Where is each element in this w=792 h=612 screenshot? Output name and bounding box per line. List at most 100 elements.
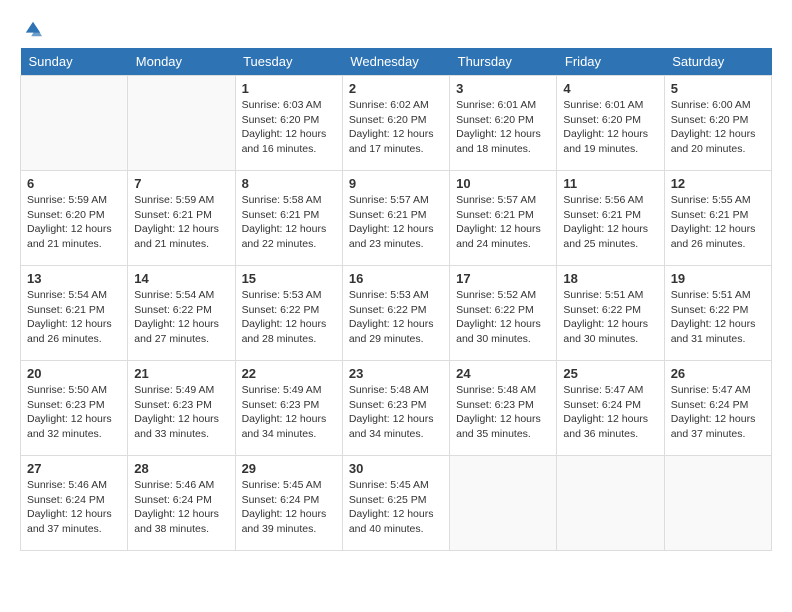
header-friday: Friday bbox=[557, 48, 664, 76]
calendar-cell: 7 Sunrise: 5:59 AM Sunset: 6:21 PM Daylig… bbox=[128, 171, 235, 266]
calendar-cell: 10Sunrise: 5:57 AM Sunset: 6:21 PM Dayli… bbox=[450, 171, 557, 266]
day-info: Sunrise: 5:49 AM Sunset: 6:23 PM Dayligh… bbox=[134, 383, 228, 442]
day-info: Sunrise: 5:59 AM Sunset: 6:20 PM Dayligh… bbox=[27, 193, 121, 252]
day-number: 12 bbox=[671, 176, 765, 191]
calendar-cell: 26 Sunrise: 5:47 AM Sunset: 6:24 PM Dayli… bbox=[664, 361, 771, 456]
day-number: 30 bbox=[349, 461, 443, 476]
calendar-cell: 21 Sunrise: 5:49 AM Sunset: 6:23 PM Dayli… bbox=[128, 361, 235, 456]
day-number: 1 bbox=[242, 81, 336, 96]
day-info: Sunrise: 5:55 AM Sunset: 6:21 PM Dayligh… bbox=[671, 193, 765, 252]
day-info: Sunrise: 5:48 AM Sunset: 6:23 PM Dayligh… bbox=[349, 383, 443, 442]
calendar-cell bbox=[21, 76, 128, 171]
calendar-cell: 28 Sunrise: 5:46 AM Sunset: 6:24 PM Dayli… bbox=[128, 456, 235, 551]
calendar-cell: 23Sunrise: 5:48 AM Sunset: 6:23 PM Dayli… bbox=[342, 361, 449, 456]
day-info: Sunrise: 5:59 AM Sunset: 6:21 PM Dayligh… bbox=[134, 193, 228, 252]
calendar-cell: 13 Sunrise: 5:54 AM Sunset: 6:21 PM Dayli… bbox=[21, 266, 128, 361]
day-info: Sunrise: 5:51 AM Sunset: 6:22 PM Dayligh… bbox=[671, 288, 765, 347]
calendar-cell: 16 Sunrise: 5:53 AM Sunset: 6:22 PM Dayli… bbox=[342, 266, 449, 361]
calendar-week-row: 1 Sunrise: 6:03 AM Sunset: 6:20 PM Daylig… bbox=[21, 76, 772, 171]
day-number: 15 bbox=[242, 271, 336, 286]
day-number: 2 bbox=[349, 81, 443, 96]
calendar-cell: 3Sunrise: 6:01 AM Sunset: 6:20 PM Daylig… bbox=[450, 76, 557, 171]
calendar-cell: 2 Sunrise: 6:02 AM Sunset: 6:20 PM Daylig… bbox=[342, 76, 449, 171]
calendar-week-row: 20 Sunrise: 5:50 AM Sunset: 6:23 PM Dayli… bbox=[21, 361, 772, 456]
day-info: Sunrise: 5:46 AM Sunset: 6:24 PM Dayligh… bbox=[27, 478, 121, 537]
calendar-cell: 11 Sunrise: 5:56 AM Sunset: 6:21 PM Dayli… bbox=[557, 171, 664, 266]
calendar-table: Sunday Monday Tuesday Wednesday Thursday… bbox=[20, 48, 772, 551]
day-number: 16 bbox=[349, 271, 443, 286]
day-info: Sunrise: 5:56 AM Sunset: 6:21 PM Dayligh… bbox=[563, 193, 657, 252]
calendar-cell bbox=[664, 456, 771, 551]
day-info: Sunrise: 6:00 AM Sunset: 6:20 PM Dayligh… bbox=[671, 98, 765, 157]
day-number: 26 bbox=[671, 366, 765, 381]
header-monday: Monday bbox=[128, 48, 235, 76]
header-sunday: Sunday bbox=[21, 48, 128, 76]
calendar-cell: 24 Sunrise: 5:48 AM Sunset: 6:23 PM Dayli… bbox=[450, 361, 557, 456]
day-number: 4 bbox=[563, 81, 657, 96]
calendar-week-row: 13 Sunrise: 5:54 AM Sunset: 6:21 PM Dayli… bbox=[21, 266, 772, 361]
day-number: 19 bbox=[671, 271, 765, 286]
day-info: Sunrise: 5:57 AM Sunset: 6:21 PM Dayligh… bbox=[349, 193, 443, 252]
day-number: 5 bbox=[671, 81, 765, 96]
calendar-cell: 29 Sunrise: 5:45 AM Sunset: 6:24 PM Dayli… bbox=[235, 456, 342, 551]
day-number: 18 bbox=[563, 271, 657, 286]
day-number: 8 bbox=[242, 176, 336, 191]
day-number: 9 bbox=[349, 176, 443, 191]
calendar-cell: 22 Sunrise: 5:49 AM Sunset: 6:23 PM Dayli… bbox=[235, 361, 342, 456]
day-number: 25 bbox=[563, 366, 657, 381]
day-info: Sunrise: 5:51 AM Sunset: 6:22 PM Dayligh… bbox=[563, 288, 657, 347]
day-info: Sunrise: 5:50 AM Sunset: 6:23 PM Dayligh… bbox=[27, 383, 121, 442]
day-info: Sunrise: 5:53 AM Sunset: 6:22 PM Dayligh… bbox=[242, 288, 336, 347]
calendar-cell: 15 Sunrise: 5:53 AM Sunset: 6:22 PM Dayli… bbox=[235, 266, 342, 361]
day-number: 20 bbox=[27, 366, 121, 381]
calendar-cell: 6 Sunrise: 5:59 AM Sunset: 6:20 PM Daylig… bbox=[21, 171, 128, 266]
day-info: Sunrise: 5:48 AM Sunset: 6:23 PM Dayligh… bbox=[456, 383, 550, 442]
day-number: 22 bbox=[242, 366, 336, 381]
calendar-cell: 14 Sunrise: 5:54 AM Sunset: 6:22 PM Dayli… bbox=[128, 266, 235, 361]
calendar-cell: 12 Sunrise: 5:55 AM Sunset: 6:21 PM Dayli… bbox=[664, 171, 771, 266]
calendar-cell bbox=[128, 76, 235, 171]
day-number: 6 bbox=[27, 176, 121, 191]
day-number: 24 bbox=[456, 366, 550, 381]
calendar-cell: 1 Sunrise: 6:03 AM Sunset: 6:20 PM Daylig… bbox=[235, 76, 342, 171]
day-info: Sunrise: 6:02 AM Sunset: 6:20 PM Dayligh… bbox=[349, 98, 443, 157]
day-info: Sunrise: 5:53 AM Sunset: 6:22 PM Dayligh… bbox=[349, 288, 443, 347]
day-number: 17 bbox=[456, 271, 550, 286]
day-number: 11 bbox=[563, 176, 657, 191]
day-number: 27 bbox=[27, 461, 121, 476]
day-number: 14 bbox=[134, 271, 228, 286]
header-wednesday: Wednesday bbox=[342, 48, 449, 76]
day-info: Sunrise: 5:45 AM Sunset: 6:25 PM Dayligh… bbox=[349, 478, 443, 537]
day-info: Sunrise: 5:47 AM Sunset: 6:24 PM Dayligh… bbox=[563, 383, 657, 442]
calendar-cell: 5 Sunrise: 6:00 AM Sunset: 6:20 PM Daylig… bbox=[664, 76, 771, 171]
header-thursday: Thursday bbox=[450, 48, 557, 76]
day-info: Sunrise: 5:52 AM Sunset: 6:22 PM Dayligh… bbox=[456, 288, 550, 347]
weekday-header-row: Sunday Monday Tuesday Wednesday Thursday… bbox=[21, 48, 772, 76]
calendar-cell bbox=[450, 456, 557, 551]
calendar-week-row: 27 Sunrise: 5:46 AM Sunset: 6:24 PM Dayli… bbox=[21, 456, 772, 551]
day-info: Sunrise: 6:01 AM Sunset: 6:20 PM Dayligh… bbox=[456, 98, 550, 157]
day-number: 7 bbox=[134, 176, 228, 191]
calendar-cell: 9 Sunrise: 5:57 AM Sunset: 6:21 PM Daylig… bbox=[342, 171, 449, 266]
logo bbox=[20, 20, 42, 38]
day-number: 13 bbox=[27, 271, 121, 286]
calendar-cell: 19 Sunrise: 5:51 AM Sunset: 6:22 PM Dayli… bbox=[664, 266, 771, 361]
day-number: 28 bbox=[134, 461, 228, 476]
day-info: Sunrise: 5:54 AM Sunset: 6:22 PM Dayligh… bbox=[134, 288, 228, 347]
page-header bbox=[20, 20, 772, 38]
day-number: 29 bbox=[242, 461, 336, 476]
header-saturday: Saturday bbox=[664, 48, 771, 76]
day-info: Sunrise: 5:45 AM Sunset: 6:24 PM Dayligh… bbox=[242, 478, 336, 537]
day-info: Sunrise: 5:47 AM Sunset: 6:24 PM Dayligh… bbox=[671, 383, 765, 442]
calendar-cell: 4 Sunrise: 6:01 AM Sunset: 6:20 PM Daylig… bbox=[557, 76, 664, 171]
day-info: Sunrise: 5:58 AM Sunset: 6:21 PM Dayligh… bbox=[242, 193, 336, 252]
day-number: 21 bbox=[134, 366, 228, 381]
day-info: Sunrise: 6:01 AM Sunset: 6:20 PM Dayligh… bbox=[563, 98, 657, 157]
calendar-cell: 20 Sunrise: 5:50 AM Sunset: 6:23 PM Dayli… bbox=[21, 361, 128, 456]
day-info: Sunrise: 5:54 AM Sunset: 6:21 PM Dayligh… bbox=[27, 288, 121, 347]
calendar-cell bbox=[557, 456, 664, 551]
day-info: Sunrise: 5:49 AM Sunset: 6:23 PM Dayligh… bbox=[242, 383, 336, 442]
day-info: Sunrise: 5:46 AM Sunset: 6:24 PM Dayligh… bbox=[134, 478, 228, 537]
header-tuesday: Tuesday bbox=[235, 48, 342, 76]
day-info: Sunrise: 6:03 AM Sunset: 6:20 PM Dayligh… bbox=[242, 98, 336, 157]
